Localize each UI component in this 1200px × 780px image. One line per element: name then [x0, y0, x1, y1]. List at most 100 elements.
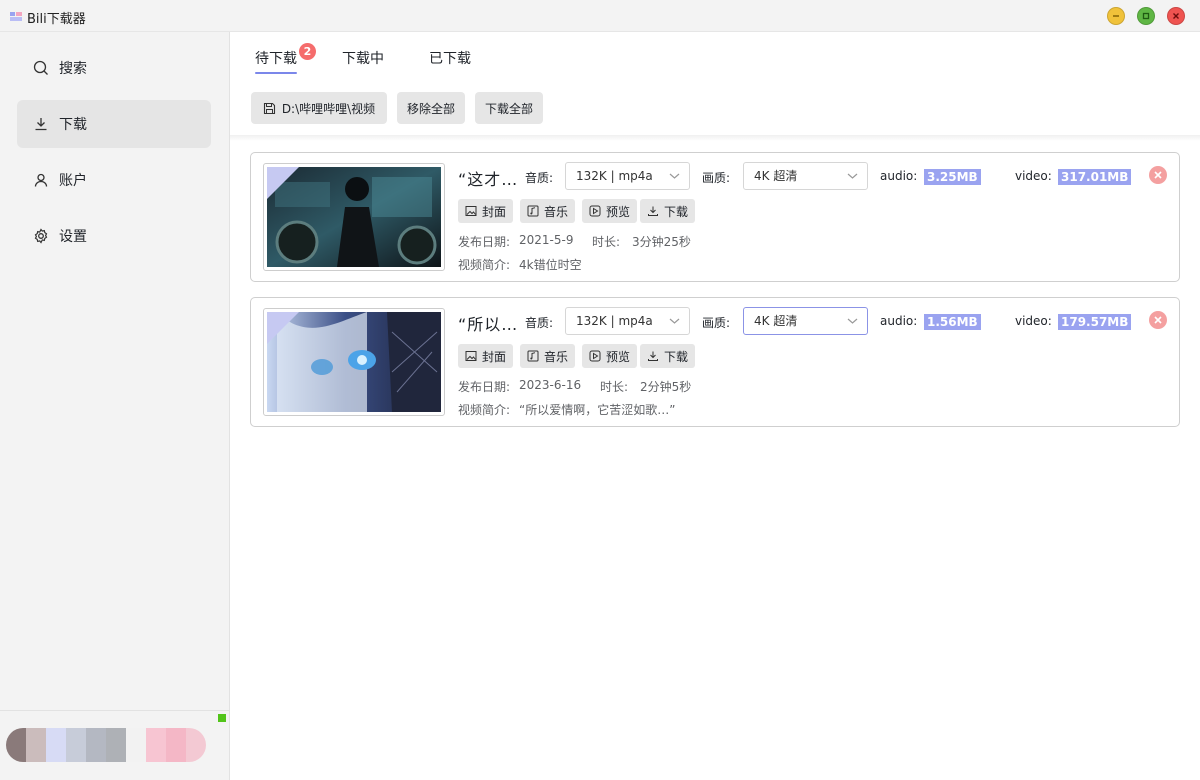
publish-date-label: 发布日期:: [458, 380, 511, 394]
video-size-value: 179.57MB: [1058, 314, 1132, 330]
online-status-indicator: [218, 714, 226, 722]
audio-quality-label: 音质:: [525, 171, 554, 185]
user-icon: [34, 173, 48, 187]
intro-value: 4k错位时空: [519, 258, 582, 272]
tab-downloaded[interactable]: 已下载: [429, 48, 471, 68]
music-icon: [527, 350, 539, 362]
sidebar-item-search[interactable]: 搜索: [17, 44, 211, 92]
chevron-down-icon: [669, 173, 680, 179]
chevron-down-icon: [847, 318, 858, 324]
chevron-down-icon: [669, 318, 680, 324]
intro-value: “所以爱情啊，它苦涩如歌…”: [519, 403, 676, 417]
duration-value: 3分钟25秒: [632, 235, 691, 249]
sidebar-item-label: 账户: [59, 173, 87, 189]
audio-quality-select[interactable]: 132K | mp4a: [565, 307, 690, 335]
minimize-button[interactable]: [1107, 7, 1125, 25]
music-label: 音乐: [544, 204, 569, 219]
audio-quality-label: 音质:: [525, 316, 554, 330]
cover-label: 封面: [482, 204, 507, 219]
video-size-label: video:: [1015, 169, 1052, 183]
save-path-label: D:\哔哩哔哩\视频: [281, 101, 376, 116]
sidebar: 搜索 下载 账户 设置: [0, 32, 230, 780]
close-icon: [1173, 13, 1179, 19]
sidebar-item-account[interactable]: 账户: [17, 156, 211, 204]
audio-quality-select[interactable]: 132K | mp4a: [565, 162, 690, 190]
sidebar-item-label: 设置: [59, 229, 87, 245]
preview-button[interactable]: 预览: [582, 344, 638, 368]
corner-tag: [267, 312, 299, 344]
download-label: 下载: [664, 349, 689, 364]
tab-downloading[interactable]: 下载中: [342, 48, 384, 68]
toolbar-divider: [230, 135, 1200, 141]
image-icon: [465, 351, 477, 361]
download-icon: [648, 351, 658, 361]
play-icon: [589, 350, 601, 362]
video-size-label: video:: [1015, 314, 1052, 328]
video-thumbnail[interactable]: [263, 163, 445, 271]
audio-quality-value: 132K | mp4a: [576, 314, 653, 328]
download-icon: [648, 206, 658, 216]
download-label: 下载: [664, 204, 689, 219]
publish-date-value: 2021-5-9: [519, 233, 574, 247]
download-tabs: 待下载 2 下载中 已下载: [230, 32, 1200, 78]
video-quality-value: 4K 超清: [754, 314, 798, 328]
close-window-button[interactable]: [1167, 7, 1185, 25]
save-path-button[interactable]: D:\哔哩哔哩\视频: [251, 92, 387, 124]
chevron-down-icon: [847, 173, 858, 179]
pending-count-badge: 2: [299, 43, 316, 60]
video-quality-select[interactable]: 4K 超清: [743, 162, 868, 190]
sidebar-item-label: 搜索: [59, 61, 87, 77]
maximize-icon: [1142, 12, 1150, 20]
minimize-icon: [1113, 15, 1119, 17]
duration-label: 时长:: [592, 235, 621, 249]
video-quality-select[interactable]: 4K 超清: [743, 307, 868, 335]
duration-label: 时长:: [600, 380, 629, 394]
intro-label: 视频简介:: [458, 403, 511, 417]
maximize-button[interactable]: [1137, 7, 1155, 25]
video-card: “所以… 音质: 132K | mp4a 画质: 4K 超清 audio: 1.…: [250, 297, 1180, 427]
audio-size-label: audio:: [880, 169, 918, 183]
title-bar: Bili下载器: [0, 0, 1200, 32]
publish-date-label: 发布日期:: [458, 235, 511, 249]
gear-icon: [34, 228, 48, 244]
avatar[interactable]: [6, 728, 206, 762]
download-video-button[interactable]: 下载: [640, 344, 696, 368]
download-icon: [35, 118, 47, 131]
main-panel: 待下载 2 下载中 已下载 D:\哔哩哔哩\视频 移除全部 下载全部 “这才… …: [230, 32, 1200, 780]
cover-button[interactable]: 封面: [458, 344, 514, 368]
cover-label: 封面: [482, 349, 507, 364]
corner-tag: [267, 167, 299, 199]
video-title: “所以…: [458, 315, 519, 334]
video-size-value: 317.01MB: [1058, 169, 1132, 185]
close-icon: [1154, 171, 1162, 179]
search-icon: [33, 60, 48, 75]
music-icon: [527, 205, 539, 217]
close-icon: [1154, 316, 1162, 324]
video-quality-label: 画质:: [702, 171, 731, 185]
sidebar-item-settings[interactable]: 设置: [17, 212, 211, 260]
audio-size-value: 3.25MB: [924, 169, 981, 185]
tab-pending[interactable]: 待下载: [255, 48, 297, 68]
app-logo-icon: [10, 10, 22, 22]
audio-quality-value: 132K | mp4a: [576, 169, 653, 183]
download-all-button[interactable]: 下载全部: [475, 92, 543, 124]
music-button[interactable]: 音乐: [520, 199, 576, 223]
video-quality-label: 画质:: [702, 316, 731, 330]
download-all-label: 下载全部: [484, 101, 533, 116]
preview-label: 预览: [606, 204, 631, 219]
preview-label: 预览: [606, 349, 631, 364]
download-video-button[interactable]: 下载: [640, 199, 696, 223]
sidebar-item-download[interactable]: 下载: [17, 100, 211, 148]
remove-all-button[interactable]: 移除全部: [397, 92, 465, 124]
music-button[interactable]: 音乐: [520, 344, 576, 368]
image-icon: [465, 206, 477, 216]
remove-all-label: 移除全部: [406, 101, 455, 116]
remove-video-button[interactable]: [1149, 311, 1167, 329]
video-card: “这才… 音质: 132K | mp4a 画质: 4K 超清 audio: 3.…: [250, 152, 1180, 282]
preview-button[interactable]: 预览: [582, 199, 638, 223]
remove-video-button[interactable]: [1149, 166, 1167, 184]
music-label: 音乐: [544, 349, 569, 364]
intro-label: 视频简介:: [458, 258, 511, 272]
cover-button[interactable]: 封面: [458, 199, 514, 223]
video-thumbnail[interactable]: [263, 308, 445, 416]
